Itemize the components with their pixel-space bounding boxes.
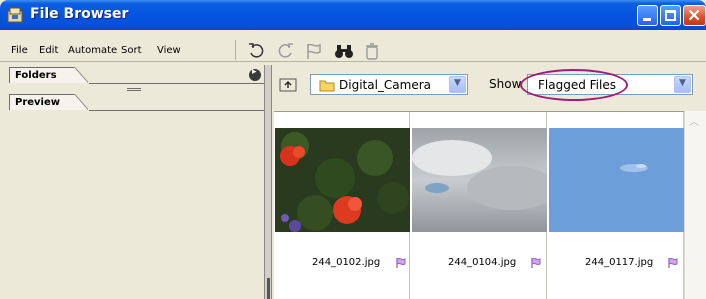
menu-edit[interactable]: Edit xyxy=(39,45,58,56)
menu-file[interactable]: File xyxy=(11,45,28,56)
window-title: File Browser xyxy=(30,6,129,22)
tab-folders[interactable]: Folders xyxy=(9,67,88,83)
trash-icon[interactable] xyxy=(362,41,382,61)
flagged-icon xyxy=(668,257,678,268)
annotation-highlight-oval xyxy=(520,69,628,101)
thumbnail-grid: 244_0102.jpg 244_0104.jpg 244_0117.jpg xyxy=(274,111,684,299)
close-icon xyxy=(688,9,700,21)
menu-view[interactable]: View xyxy=(157,45,181,56)
scroll-up-arrow-icon[interactable]: ︿ xyxy=(689,113,703,128)
show-label: Show xyxy=(489,77,522,91)
folder-icon xyxy=(319,80,335,92)
maximize-button[interactable] xyxy=(660,5,681,26)
rotate-ccw-icon[interactable] xyxy=(247,41,267,61)
rotate-cw-icon[interactable] xyxy=(275,41,295,61)
menu-sort[interactable]: Sort xyxy=(121,45,142,56)
file-browser-app-icon xyxy=(7,7,23,23)
binoculars-icon[interactable] xyxy=(334,41,354,61)
flagged-icon xyxy=(396,257,406,268)
minimize-icon xyxy=(643,18,651,21)
thumbnail-image-cloudy-sky xyxy=(412,128,547,232)
menu-automate[interactable]: Automate xyxy=(68,45,117,56)
pane-splitter[interactable] xyxy=(264,65,272,299)
thumbnail-item[interactable]: 244_0104.jpg xyxy=(411,112,547,299)
flagged-icon xyxy=(531,257,541,268)
panel-menu-arrow-icon: ▸ xyxy=(252,67,257,77)
show-filter-dropdown-button[interactable]: ▼ xyxy=(674,76,691,93)
panel-menu-button[interactable]: ▸ xyxy=(249,67,261,81)
folder-dropdown-value: Digital_Camera xyxy=(339,78,432,92)
tab-underline xyxy=(89,110,264,111)
up-folder-icon[interactable] xyxy=(279,76,299,93)
splitter-grip[interactable] xyxy=(267,278,270,299)
title-bar[interactable]: File Browser xyxy=(0,0,706,30)
toolbar-separator xyxy=(235,40,236,60)
menu-toolbar-row: File Edit Automate Sort View xyxy=(0,30,706,62)
chevron-down-icon: ▼ xyxy=(679,78,686,88)
folder-dropdown-button[interactable]: ▼ xyxy=(449,76,466,93)
thumbnail-item[interactable]: 244_0117.jpg xyxy=(548,112,684,299)
thumbnail-filename: 244_0104.jpg xyxy=(448,257,517,268)
thumbnail-image-flowers xyxy=(275,128,410,232)
tab-underline xyxy=(89,83,264,84)
flag-icon[interactable] xyxy=(304,41,324,61)
chevron-down-icon: ▼ xyxy=(454,78,461,88)
thumbnail-filename: 244_0117.jpg xyxy=(585,257,654,268)
thumbnail-item[interactable]: 244_0102.jpg xyxy=(274,112,410,299)
close-button[interactable] xyxy=(683,5,706,26)
folder-dropdown[interactable]: Digital_Camera ▼ xyxy=(310,74,468,95)
thumbnail-image-blue-sky xyxy=(549,128,684,232)
tab-preview[interactable]: Preview xyxy=(9,94,88,110)
panel-resize-grip[interactable] xyxy=(127,88,141,91)
thumbnail-filename: 244_0102.jpg xyxy=(312,257,381,268)
vertical-scrollbar[interactable]: ︿ xyxy=(684,111,706,299)
minimize-button[interactable] xyxy=(637,5,658,26)
maximize-icon xyxy=(665,10,676,21)
